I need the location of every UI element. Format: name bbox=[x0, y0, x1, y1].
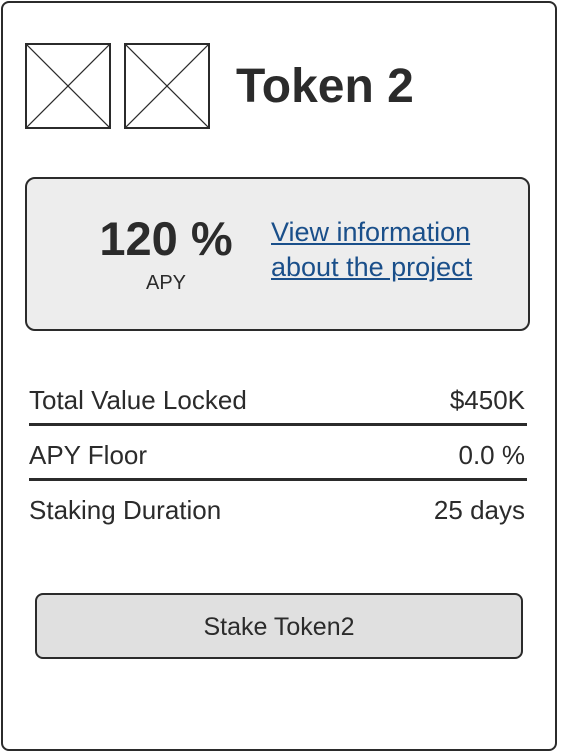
stat-value: $450K bbox=[449, 385, 525, 415]
image-placeholder-icon bbox=[124, 43, 210, 129]
stats-list: Total Value Locked $450K APY Floor 0.0 %… bbox=[29, 371, 527, 536]
stake-button[interactable]: Stake Token2 bbox=[35, 593, 523, 659]
image-placeholder-icon bbox=[25, 43, 111, 129]
stat-label: APY Floor bbox=[29, 440, 148, 470]
apy-panel: 120 % APY View information about the pro… bbox=[25, 177, 530, 331]
stat-row-staking-duration: Staking Duration 25 days bbox=[29, 481, 527, 536]
stat-value: 25 days bbox=[433, 495, 525, 525]
stat-label: Staking Duration bbox=[29, 495, 222, 525]
apy-label: APY bbox=[145, 272, 187, 294]
token-card: Token 2 120 % APY View information about… bbox=[1, 1, 557, 751]
stat-label: Total Value Locked bbox=[29, 385, 247, 415]
stat-value: 0.0 % bbox=[458, 440, 526, 470]
token-title: Token 2 bbox=[236, 60, 414, 113]
project-info-link[interactable]: View information about the project bbox=[271, 215, 511, 285]
stat-row-total-value-locked: Total Value Locked $450K bbox=[29, 371, 527, 426]
apy-value: 120 % bbox=[99, 212, 233, 265]
stat-row-apy-floor: APY Floor 0.0 % bbox=[29, 426, 527, 481]
